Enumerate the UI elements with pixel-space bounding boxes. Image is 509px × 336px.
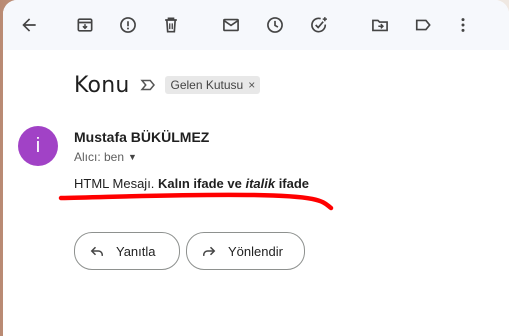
caret-down-icon: ▼ [128, 152, 137, 162]
snooze-button[interactable] [259, 9, 291, 41]
report-spam-button[interactable] [112, 9, 144, 41]
delete-button[interactable] [155, 9, 187, 41]
add-task-button[interactable] [303, 9, 335, 41]
remove-label-button[interactable]: × [248, 78, 255, 92]
importance-marker-icon[interactable] [139, 76, 157, 94]
reply-label: Yanıtla [116, 243, 156, 259]
email-subject: Konu [74, 72, 130, 98]
message-toolbar [3, 0, 509, 50]
label-icon [415, 19, 431, 31]
mark-unread-button[interactable] [215, 9, 247, 41]
report-spam-icon [120, 17, 136, 33]
labels-button[interactable] [407, 9, 439, 41]
trash-icon [165, 17, 177, 33]
archive-button[interactable] [69, 9, 101, 41]
reply-button[interactable]: Yanıtla [74, 232, 180, 270]
red-underline-annotation [58, 192, 334, 211]
recipient-text: Alıcı: ben [74, 150, 125, 164]
mail-icon [223, 18, 239, 32]
archive-icon [77, 18, 93, 32]
forward-label: Yönlendir [228, 243, 283, 259]
more-vert-icon [461, 18, 465, 32]
arrow-left-icon [22, 18, 36, 32]
label-chip-text: Gelen Kutusu [170, 78, 244, 92]
add-task-icon [311, 17, 327, 33]
avatar-letter: i [35, 134, 41, 157]
subject-row: Konu Gelen Kutusu × [74, 70, 261, 100]
back-button[interactable] [13, 9, 45, 41]
forward-button[interactable]: Yönlendir [186, 232, 305, 270]
reply-icon [90, 246, 103, 256]
move-to-button[interactable] [364, 9, 396, 41]
email-panel: Konu Gelen Kutusu × i Mustafa BÜKÜLMEZ A… [3, 0, 509, 336]
sender-name: Mustafa BÜKÜLMEZ [74, 129, 210, 145]
sender-avatar[interactable]: i [18, 126, 58, 166]
forward-icon [203, 246, 216, 256]
move-folder-icon [372, 19, 388, 32]
recipient-details-toggle[interactable]: Alıcı: ben ▼ [74, 150, 137, 164]
clock-icon [267, 17, 283, 33]
label-chip-inbox: Gelen Kutusu × [165, 76, 261, 94]
more-button[interactable] [447, 9, 479, 41]
